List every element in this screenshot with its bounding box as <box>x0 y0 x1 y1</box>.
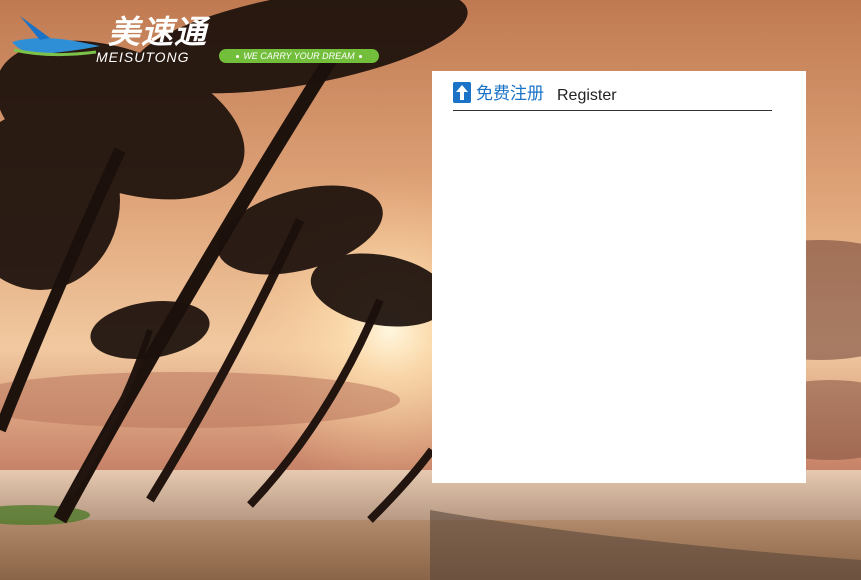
slogan-text: WE CARRY YOUR DREAM <box>243 51 355 61</box>
brand-name-en: MEISUTONG <box>96 49 190 65</box>
brand-slogan-badge: WE CARRY YOUR DREAM <box>219 49 379 63</box>
register-title-cn: 免费注册 <box>476 84 544 104</box>
airplane-logo-icon <box>12 16 100 57</box>
dot-icon <box>358 55 362 59</box>
brand-name-cn: 美速通 <box>108 13 208 51</box>
register-title-en: Register <box>557 87 617 104</box>
register-panel-header: 免费注册 Register <box>453 81 772 111</box>
up-arrow-icon <box>453 82 471 103</box>
brand-logo[interactable]: 美速通 MEISUTONG WE CARRY YOUR DREAM <box>10 10 382 66</box>
dot-icon <box>236 55 240 59</box>
register-panel: 免费注册 Register <box>432 71 806 483</box>
